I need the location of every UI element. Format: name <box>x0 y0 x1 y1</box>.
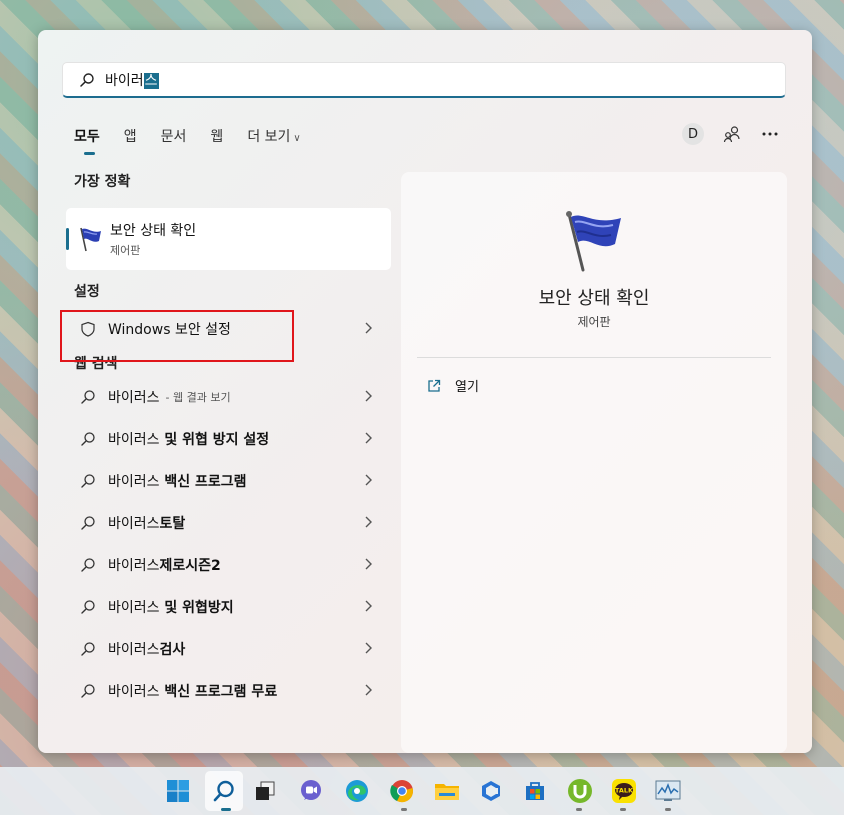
security-flag-icon <box>566 211 621 272</box>
windows-security-settings-item[interactable]: Windows 보안 설정 <box>66 308 391 350</box>
running-indicator <box>620 808 626 811</box>
file-explorer-icon[interactable] <box>433 777 461 805</box>
kakaotalk-icon[interactable]: TALK <box>610 777 638 805</box>
best-match-heading: 가장 정확 <box>74 174 131 190</box>
web-suggestion-item[interactable]: 바이러스검사 <box>66 628 391 670</box>
suggestion-label: 바이러스 및 위협방지 <box>108 600 234 616</box>
web-suggestion-item[interactable]: 바이러스 백신 프로그램 <box>66 460 391 502</box>
web-result-item[interactable]: 바이러스 - 웹 결과 보기 <box>66 376 391 418</box>
suggestion-label: 바이러스검사 <box>108 642 186 658</box>
running-indicator <box>221 808 231 811</box>
search-icon <box>81 516 95 530</box>
detail-title: 보안 상태 확인 <box>538 288 650 309</box>
settings-item-label: Windows 보안 설정 <box>108 322 231 338</box>
search-icon[interactable] <box>210 777 238 805</box>
task-view-icon[interactable] <box>251 777 279 805</box>
search-query: 바이러스 <box>105 72 159 89</box>
chevron-right-icon <box>365 600 372 612</box>
best-match-title: 보안 상태 확인 <box>110 223 197 239</box>
best-match-item[interactable]: 보안 상태 확인 제어판 <box>66 208 391 270</box>
suggestion-label: 바이러스제로시즌2 <box>108 558 221 574</box>
web-suggestion-item[interactable]: 바이러스 및 위협 방지 설정 <box>66 418 391 460</box>
shield-icon <box>81 321 95 337</box>
utorrent-icon[interactable] <box>566 777 594 805</box>
divider <box>417 357 771 358</box>
web-result-suffix: - 웹 결과 보기 <box>165 391 231 404</box>
chevron-right-icon <box>365 432 372 444</box>
web-suggestion-item[interactable]: 바이러스토탈 <box>66 502 391 544</box>
selection-indicator <box>66 228 69 250</box>
search-input[interactable]: 바이러스 <box>62 62 786 98</box>
chevron-right-icon <box>365 642 372 654</box>
search-icon <box>80 72 94 87</box>
start-search-panel: 바이러스 모두 앱 문서 웹 더 보기 ∨ D 가장 정확 보안 상태 확인 제… <box>38 30 812 753</box>
header-actions: D <box>682 123 780 145</box>
running-indicator <box>665 808 671 811</box>
chevron-right-icon <box>365 322 372 334</box>
detail-subtitle: 제어판 <box>577 315 611 329</box>
more-options-icon[interactable] <box>760 124 780 144</box>
suggestion-label: 바이러스 및 위협 방지 설정 <box>108 432 270 448</box>
performance-monitor-icon[interactable] <box>654 777 682 805</box>
search-icon <box>81 558 95 572</box>
open-action[interactable]: 열기 <box>427 376 479 395</box>
security-flag-icon <box>80 227 101 252</box>
app-icon[interactable] <box>477 777 505 805</box>
tab-web[interactable]: 웹 <box>210 126 223 156</box>
suggestion-label: 바이러스 백신 프로그램 <box>108 474 247 490</box>
avatar[interactable]: D <box>682 123 704 145</box>
web-suggestion-item[interactable]: 바이러스 백신 프로그램 무료 <box>66 670 391 712</box>
svg-text:TALK: TALK <box>615 787 634 795</box>
search-icon <box>81 684 95 698</box>
search-icon <box>81 600 95 614</box>
web-result-label: 바이러스 <box>108 390 160 406</box>
tab-all[interactable]: 모두 <box>74 126 100 156</box>
open-label: 열기 <box>455 380 479 395</box>
web-search-heading: 웹 검색 <box>74 356 118 372</box>
running-indicator <box>576 808 582 811</box>
chevron-right-icon <box>365 390 372 402</box>
tab-documents[interactable]: 문서 <box>161 126 187 156</box>
best-match-text: 보안 상태 확인 제어판 <box>110 220 196 258</box>
running-indicator <box>401 808 407 811</box>
results-list: 가장 정확 보안 상태 확인 제어판 설정 Windows 보안 설정 웹 검색 <box>66 170 391 712</box>
search-icon <box>81 474 95 488</box>
open-external-icon <box>428 379 441 392</box>
tab-more-label: 더 보기 <box>247 129 291 145</box>
chevron-right-icon <box>365 474 372 486</box>
windows-start-icon[interactable] <box>164 777 192 805</box>
tab-more[interactable]: 더 보기 ∨ <box>247 126 300 156</box>
search-icon <box>81 390 95 404</box>
chevron-down-icon: ∨ <box>293 133 301 144</box>
chevron-right-icon <box>365 558 372 570</box>
web-suggestion-item[interactable]: 바이러스 및 위협방지 <box>66 586 391 628</box>
search-icon <box>81 642 95 656</box>
settings-heading: 설정 <box>74 284 100 300</box>
edge-icon[interactable] <box>343 777 371 805</box>
taskbar: TALK <box>0 767 844 815</box>
suggestion-label: 바이러스 백신 프로그램 무료 <box>108 684 278 700</box>
chrome-icon[interactable] <box>388 777 416 805</box>
chevron-right-icon <box>365 684 372 696</box>
store-icon[interactable] <box>521 777 549 805</box>
detail-pane: 보안 상태 확인 제어판 열기 <box>401 172 787 753</box>
best-match-subtitle: 제어판 <box>110 244 141 257</box>
suggestion-label: 바이러스토탈 <box>108 516 186 532</box>
tab-apps[interactable]: 앱 <box>124 126 137 156</box>
web-suggestion-item[interactable]: 바이러스제로시즌2 <box>66 544 391 586</box>
search-icon <box>81 432 95 446</box>
filter-tabs: 모두 앱 문서 웹 더 보기 ∨ <box>74 126 325 156</box>
chevron-right-icon <box>365 516 372 528</box>
teams-chat-icon[interactable] <box>297 777 325 805</box>
people-switch-icon[interactable] <box>722 124 742 144</box>
